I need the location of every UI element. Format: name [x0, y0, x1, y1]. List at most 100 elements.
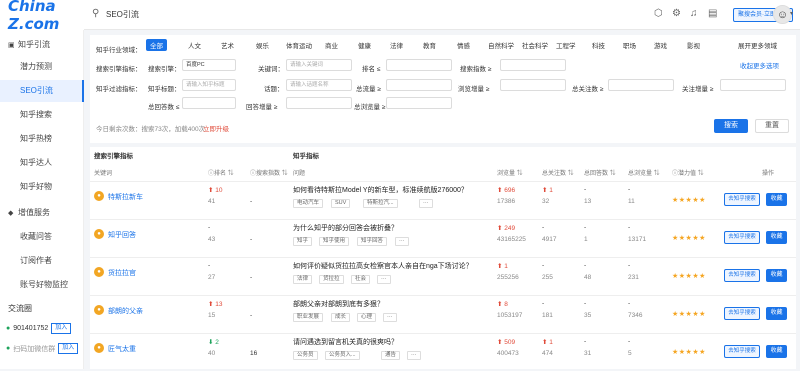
bell-icon[interactable]: ♫: [690, 8, 698, 19]
category-item[interactable]: 艺术: [221, 40, 234, 50]
sidebar-item-subscribe[interactable]: 订阅作者: [0, 250, 84, 272]
favorite-button[interactable]: 收藏: [766, 193, 787, 206]
question-link[interactable]: 部朗父亲对部朗到底有多狠？: [293, 299, 384, 309]
favorite-button[interactable]: 收藏: [766, 231, 787, 244]
category-item[interactable]: 娱乐: [256, 40, 269, 50]
category-item[interactable]: 影视: [687, 40, 700, 50]
topic-tag[interactable]: 法律: [293, 275, 313, 284]
topic-tag[interactable]: 电动汽车: [293, 199, 324, 208]
go-zhihu-search-button[interactable]: 去知乎搜索: [724, 345, 760, 358]
sidebar-item-seo[interactable]: SEO引流: [0, 80, 84, 102]
favorite-button[interactable]: 收藏: [766, 307, 787, 320]
join-qq-button[interactable]: 加入: [51, 323, 72, 334]
keyword-link[interactable]: 匠气太重: [108, 344, 136, 354]
category-all[interactable]: 全部: [146, 39, 167, 51]
topic-tag[interactable]: 职业发展: [293, 313, 324, 322]
go-zhihu-search-button[interactable]: 去知乎搜索: [724, 231, 760, 244]
keyword-link[interactable]: 部朗的父亲: [108, 306, 143, 316]
more-tags-button[interactable]: ···: [377, 275, 391, 284]
go-zhihu-search-button[interactable]: 去知乎搜索: [724, 193, 760, 206]
category-item[interactable]: 情感: [457, 40, 470, 50]
category-item[interactable]: 体育运动: [286, 40, 312, 50]
total-flow-input[interactable]: [386, 79, 452, 91]
logo[interactable]: China Z.com: [0, 0, 84, 33]
keyword-link[interactable]: 特斯拉新车: [108, 192, 143, 202]
col-view[interactable]: 浏览量 ⇅: [497, 168, 523, 177]
col-follow[interactable]: 总关注数 ⇅: [542, 168, 574, 177]
answer-inc-input[interactable]: [286, 97, 352, 109]
question-link[interactable]: 为什么知乎的部分回答会被折叠？: [293, 223, 398, 233]
sidebar-item-potential[interactable]: 潜力预测: [0, 56, 84, 78]
category-item[interactable]: 工程学: [556, 40, 576, 50]
category-item[interactable]: 健康: [358, 40, 371, 50]
topic-tag[interactable]: 公务员: [293, 351, 318, 360]
category-item[interactable]: 职场: [623, 40, 636, 50]
sidebar-item-goods[interactable]: 知乎好物: [0, 176, 84, 198]
sidebar-item-favorites[interactable]: 收藏问答: [0, 226, 84, 248]
keyword-input[interactable]: 请输入关键词: [286, 59, 352, 71]
category-item[interactable]: 教育: [423, 40, 436, 50]
sidebar-section-value[interactable]: ◆ 增值服务: [0, 202, 84, 224]
sidebar-item-hot[interactable]: 知乎热榜: [0, 128, 84, 150]
category-item[interactable]: 社会科学: [522, 40, 548, 50]
category-item[interactable]: 商业: [325, 40, 338, 50]
keyword-link[interactable]: 知乎回答: [108, 230, 136, 240]
category-item[interactable]: 科技: [592, 40, 605, 50]
category-item[interactable]: 人文: [188, 40, 201, 50]
topic-tag[interactable]: 特斯拉汽...: [363, 199, 398, 208]
chevron-down-icon[interactable]: ▾: [790, 10, 793, 17]
total-view-input[interactable]: [386, 97, 452, 109]
category-item[interactable]: 自然科学: [488, 40, 514, 50]
col-rank[interactable]: ⓘ排名 ⇅: [208, 168, 234, 177]
rank-input[interactable]: [386, 59, 452, 71]
col-index[interactable]: ⓘ搜索指数 ⇅: [250, 168, 288, 177]
join-wechat-button[interactable]: 加入: [58, 343, 79, 354]
topic-tag[interactable]: 货拉拉: [319, 275, 344, 284]
topic-tag[interactable]: 知乎: [293, 237, 313, 246]
follow-inc-input[interactable]: [720, 79, 786, 91]
topic-input[interactable]: 请输入话题名称: [286, 79, 352, 91]
settings-icon[interactable]: ⚙: [672, 8, 681, 19]
topic-tag[interactable]: 社会: [351, 275, 371, 284]
sidebar-item-monitor[interactable]: 账号好物监控: [0, 274, 84, 296]
sidebar-section-zhihu[interactable]: ▣ 知乎引流: [0, 34, 84, 56]
question-link[interactable]: 如何看待特斯拉Model Y的新车型，标准续航版276000？: [293, 185, 468, 195]
topic-tag[interactable]: 心理: [357, 313, 377, 322]
topic-tag[interactable]: 成长: [331, 313, 351, 322]
search-vol-input[interactable]: [500, 59, 566, 71]
sidebar-item-search[interactable]: 知乎搜索: [0, 104, 84, 126]
more-tags-button[interactable]: ···: [395, 237, 409, 246]
go-zhihu-search-button[interactable]: 去知乎搜索: [724, 269, 760, 282]
sidebar-item-experts[interactable]: 知乎达人: [0, 152, 84, 174]
go-zhihu-search-button[interactable]: 去知乎搜索: [724, 307, 760, 320]
col-potential[interactable]: ⓘ潜力值 ⇅: [672, 168, 704, 177]
engine-select[interactable]: 百度PC: [182, 59, 236, 71]
more-tags-button[interactable]: ···: [383, 313, 397, 322]
message-icon[interactable]: ▤: [708, 8, 717, 19]
search-button[interactable]: 搜索: [714, 119, 748, 133]
question-link[interactable]: 如何评价疑似货拉拉高女检察官本人亲自在nga下场讨论？: [293, 261, 473, 271]
topic-tag[interactable]: 知乎使用: [319, 237, 350, 246]
upgrade-link[interactable]: 立即升级: [203, 123, 229, 133]
total-follow-input[interactable]: [608, 79, 674, 91]
expand-categories-link[interactable]: 展开更多领域: [738, 40, 777, 50]
topic-tag[interactable]: SUV: [331, 199, 351, 208]
topic-tag[interactable]: 公务员入...: [325, 351, 360, 360]
category-item[interactable]: 游戏: [654, 40, 667, 50]
favorite-button[interactable]: 收藏: [766, 269, 787, 282]
question-link[interactable]: 请问遇选到留言机关真的很爽吗？: [293, 337, 398, 347]
total-answer-input[interactable]: [182, 97, 236, 109]
col-answer[interactable]: 总回答数 ⇅: [584, 168, 616, 177]
topic-tag[interactable]: 通告: [381, 351, 401, 360]
keyword-link[interactable]: 货拉拉官: [108, 268, 136, 278]
plugin-icon[interactable]: ⬡: [654, 8, 663, 19]
more-tags-button[interactable]: ···: [407, 351, 421, 360]
more-tags-button[interactable]: ···: [419, 199, 433, 208]
collapse-options-link[interactable]: 收起更多选项: [740, 60, 779, 70]
col-total[interactable]: 总浏览量 ⇅: [628, 168, 660, 177]
category-item[interactable]: 法律: [390, 40, 403, 50]
zhihu-title-input[interactable]: 请输入知乎标题: [182, 79, 236, 91]
topic-tag[interactable]: 知乎回答: [357, 237, 388, 246]
view-inc-input[interactable]: [500, 79, 566, 91]
favorite-button[interactable]: 收藏: [766, 345, 787, 358]
